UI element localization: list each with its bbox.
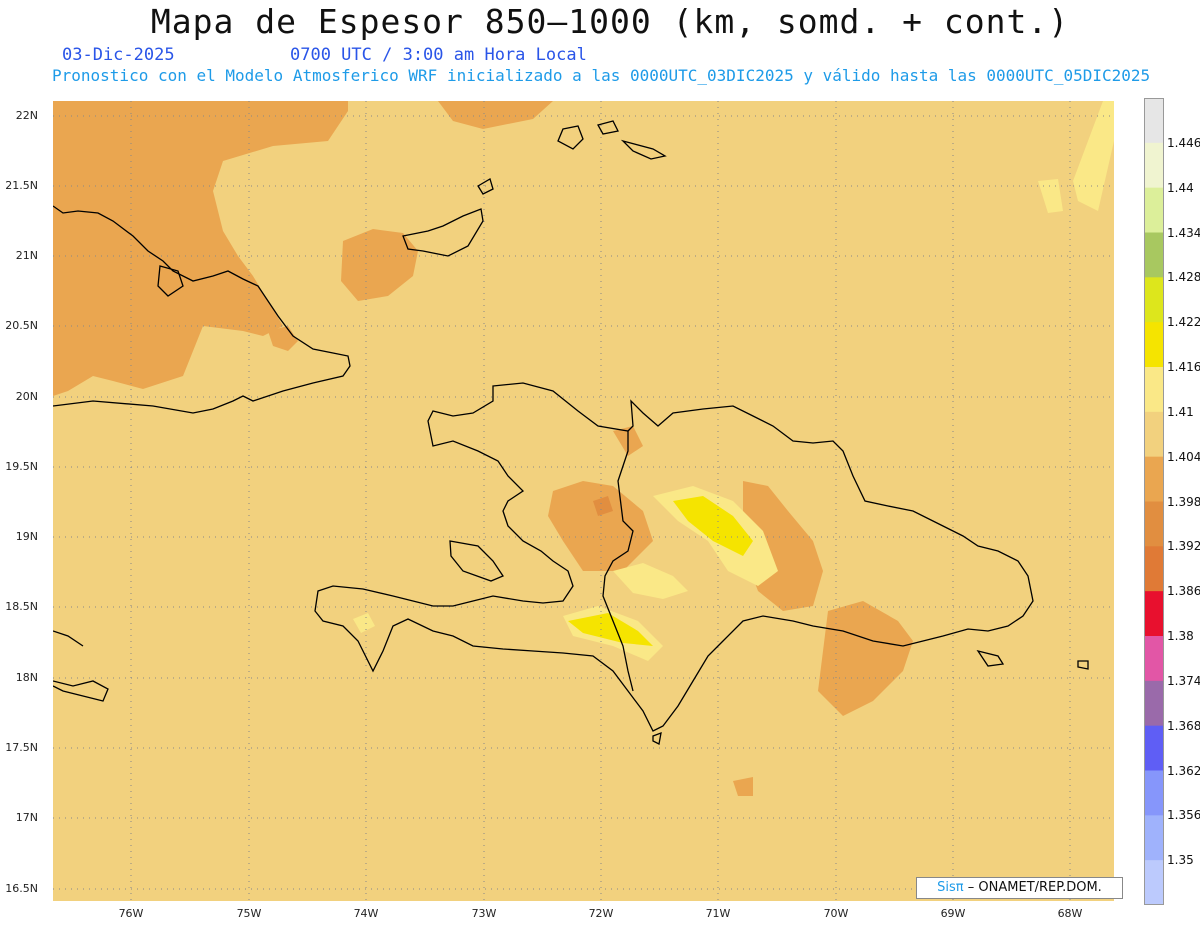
lat-label: 19N <box>15 530 38 543</box>
colorbar-swatch <box>1144 411 1164 458</box>
colorbar-swatch <box>1144 501 1164 547</box>
lat-label: 19.5N <box>5 460 38 473</box>
colorbar-swatch <box>1144 456 1164 502</box>
lat-label: 18N <box>15 671 38 684</box>
forecast-date: 03-Dic-2025 <box>62 45 175 65</box>
colorbar-swatch <box>1144 860 1164 905</box>
colorbar-tick-label: 1.368 <box>1167 718 1200 733</box>
lon-label: 76W <box>118 907 144 920</box>
map-title: Mapa de Espesor 850—1000 (km, somd. + co… <box>150 2 1070 41</box>
colorbar-tick-label: 1.386 <box>1167 584 1200 599</box>
colorbar-swatch <box>1144 187 1164 233</box>
lat-label: 17N <box>15 811 38 824</box>
colorbar-tick-label: 1.35 <box>1167 853 1194 868</box>
colorbar-swatch <box>1144 680 1164 727</box>
lon-label: 68W <box>1057 907 1083 920</box>
lon-label: 73W <box>471 907 497 920</box>
lon-label: 72W <box>588 907 614 920</box>
lat-label: 20.5N <box>5 319 38 332</box>
colorbar-tick-label: 1.44 <box>1167 180 1194 195</box>
colorbar-swatch <box>1144 725 1164 771</box>
colorbar-swatch <box>1144 546 1164 592</box>
colorbar-tick-label: 1.362 <box>1167 763 1200 778</box>
lat-label: 21.5N <box>5 179 38 192</box>
lat-label: 21N <box>15 249 38 262</box>
colorbar-tick-label: 1.38 <box>1167 629 1194 643</box>
lon-label: 74W <box>353 907 379 920</box>
model-subtitle: Pronostico con el Modelo Atmosferico WRF… <box>52 66 1151 85</box>
colorbar-tick-label: 1.392 <box>1167 539 1200 554</box>
sispi-logo: Sisπ <box>937 880 964 895</box>
lon-label: 69W <box>940 907 966 920</box>
lon-label: 71W <box>705 907 731 920</box>
colorbar-swatch <box>1144 770 1164 816</box>
credit-org: – ONAMET/REP.DOM. <box>967 880 1102 895</box>
lat-label: 18.5N <box>5 600 38 613</box>
credit-box: Sisπ – ONAMET/REP.DOM. <box>916 877 1123 899</box>
colorbar-swatch <box>1144 367 1164 413</box>
lon-label: 70W <box>823 907 849 920</box>
colorbar-swatch <box>1144 232 1164 278</box>
thickness-map <box>53 101 1114 901</box>
colorbar-tick-label: 1.398 <box>1167 494 1200 509</box>
colorbar-tick-label: 1.356 <box>1167 808 1200 823</box>
lat-label: 20N <box>15 390 38 403</box>
colorbar <box>1144 98 1164 905</box>
colorbar-swatch <box>1144 591 1164 637</box>
colorbar-swatch <box>1144 142 1164 189</box>
colorbar-swatch <box>1144 277 1164 323</box>
colorbar-tick-label: 1.374 <box>1167 673 1200 688</box>
colorbar-tick-label: 1.41 <box>1167 404 1194 419</box>
forecast-time: 0700 UTC / 3:00 am Hora Local <box>290 45 587 65</box>
colorbar-swatch <box>1144 636 1164 682</box>
colorbar-tick-label: 1.446 <box>1167 135 1200 150</box>
colorbar-tick-label: 1.416 <box>1167 360 1200 374</box>
colorbar-swatch <box>1144 98 1164 144</box>
colorbar-tick-label: 1.434 <box>1167 225 1200 240</box>
colorbar-swatch <box>1144 815 1164 861</box>
lat-label: 22N <box>15 109 38 122</box>
colorbar-swatch <box>1144 322 1164 368</box>
lat-label: 17.5N <box>5 741 38 754</box>
lon-label: 75W <box>236 907 262 920</box>
lat-label: 16.5N <box>5 882 38 895</box>
colorbar-tick-label: 1.404 <box>1167 449 1200 464</box>
colorbar-tick-label: 1.422 <box>1167 315 1200 330</box>
colorbar-tick-label: 1.428 <box>1167 270 1200 285</box>
